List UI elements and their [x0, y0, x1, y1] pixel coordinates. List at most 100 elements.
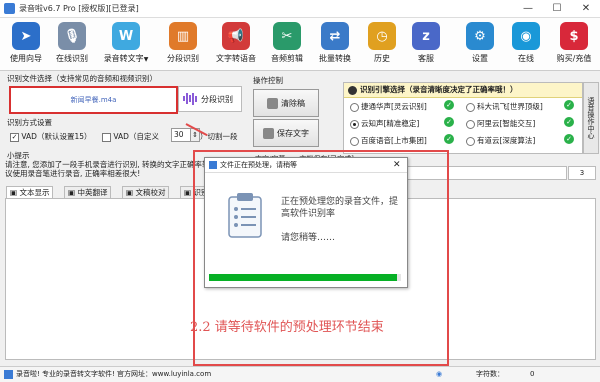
- maximize-button[interactable]: ☐: [543, 0, 571, 17]
- segment-recognition-label: 分段识别: [201, 95, 233, 104]
- engine-radio[interactable]: [466, 136, 475, 146]
- segments-icon: ▥: [169, 22, 197, 50]
- segment-recognition-button[interactable]: 分段识别: [178, 86, 242, 112]
- dialog-title-bar: 文件正在预处理，请稍等: [205, 158, 407, 173]
- vad-default-option[interactable]: VAD（默认设置15）: [10, 131, 92, 142]
- toolbar-label: 历史: [374, 54, 390, 63]
- toolbar-item-batch[interactable]: ⇄ 批量转换: [312, 20, 358, 68]
- toolbar-label: 购买/充值: [556, 54, 592, 63]
- voice-center-tab[interactable]: 语音操作中心: [583, 82, 599, 154]
- footer-text: 录音啦! 专业的录音转文字软件! 官方网址：www.luyinla.com: [16, 370, 212, 378]
- status-bar: 录音啦! 专业的录音转文字软件! 官方网址：www.luyinla.com 字符…: [0, 366, 600, 382]
- clipboard-icon: [227, 192, 263, 238]
- engine-label: 云知声[精准稳定]: [361, 119, 420, 128]
- tray-icon: ◉: [436, 370, 443, 378]
- toolbar-item-online-recognition[interactable]: 🎙 在线识别: [50, 20, 94, 68]
- check-icon: ✓: [444, 117, 454, 127]
- clear-icon: [267, 97, 278, 109]
- dialog-progress-bar: [209, 274, 401, 281]
- toolbar-label: 客服: [418, 54, 434, 63]
- engine-option[interactable]: 云知声[精准稳定]: [350, 118, 419, 129]
- minimize-button[interactable]: —: [514, 0, 542, 17]
- tab-label: 文稿校对: [135, 188, 166, 197]
- file-name: 新闻早餐.m4a: [70, 96, 117, 104]
- preprocess-dialog: 文件正在预处理，请稍等 ✕ 正在预处理您的录音文件，提高软件识别率 请您稍等……: [204, 157, 408, 288]
- dialog-app-icon: [209, 161, 217, 169]
- clear-button-label: 清除稿: [281, 98, 305, 108]
- vad-custom-option[interactable]: VAD（自定义: [102, 131, 159, 142]
- dropdown-arrow-icon[interactable]: ▼: [144, 56, 149, 63]
- engine-option[interactable]: 有道云[深度算法]: [466, 135, 535, 146]
- app-icon: [4, 3, 15, 14]
- toolbar-item-history[interactable]: ◷ 历史: [362, 20, 402, 68]
- vad-default-checkbox[interactable]: [10, 132, 19, 142]
- char-count-label: 字符数：: [476, 370, 504, 378]
- engine-option[interactable]: 百度语音[上市集团]: [350, 135, 427, 146]
- vad-default-label: VAD（默认设置15）: [21, 132, 92, 141]
- check-icon: ✓: [564, 100, 574, 110]
- toolbar-item-guide[interactable]: ➤ 使用向导: [4, 20, 48, 68]
- vad-custom-checkbox[interactable]: [102, 132, 111, 142]
- progress-fill: [209, 274, 398, 281]
- history-icon: ◷: [368, 22, 396, 50]
- online-icon: ◉: [512, 22, 540, 50]
- engine-radio[interactable]: [350, 119, 359, 129]
- engine-panel: 识别引擎选择（录音清晰度决定了正确率哦！） 捷通华声[灵云识别] ✓ 科大讯飞[…: [343, 82, 583, 154]
- toolbar-item-tts[interactable]: 📢 文字转语音: [210, 20, 262, 68]
- toolbar-label: 音频剪辑: [271, 54, 303, 63]
- char-count-value: 0: [530, 370, 535, 378]
- status-value: 3: [568, 166, 596, 180]
- toolbar-item-settings[interactable]: ⚙ 设置: [460, 20, 500, 68]
- dialog-close-button[interactable]: ✕: [393, 159, 401, 171]
- close-button[interactable]: ✕: [572, 0, 600, 17]
- engine-radio[interactable]: [350, 102, 359, 112]
- toolbar-item-audio-to-text[interactable]: W 录音转文字▼: [96, 20, 156, 68]
- toolbar-item-audio-edit[interactable]: ✂ 音频剪辑: [264, 20, 310, 68]
- check-icon: ✓: [564, 134, 574, 144]
- w-logo-icon: W: [112, 22, 140, 50]
- save-text-label: 保存文字: [277, 128, 309, 138]
- engine-radio[interactable]: [466, 119, 475, 129]
- window-title: 录音啦v6.7 Pro [授权版][已登录]: [19, 4, 139, 13]
- engine-label: 阿里云[智能交互]: [477, 119, 536, 128]
- engine-option[interactable]: 阿里云[智能交互]: [466, 118, 535, 129]
- save-text-button[interactable]: 保存文字: [253, 119, 319, 147]
- check-icon: ✓: [444, 134, 454, 144]
- gear-icon: ⚙: [466, 22, 494, 50]
- toolbar-label: 使用向导: [10, 54, 42, 63]
- toolbar-item-segment[interactable]: ▥ 分段识别: [160, 20, 206, 68]
- tab-label: 中英翻译: [77, 188, 108, 197]
- title-bar: 录音啦v6.7 Pro [授权版][已登录] — ☐ ✕: [0, 0, 600, 18]
- engine-radio[interactable]: [350, 136, 359, 146]
- microphone-icon: 🎙: [58, 22, 86, 50]
- cart-icon: $: [560, 22, 588, 50]
- toolbar: ➤ 使用向导 🎙 在线识别 W 录音转文字▼ ▥ 分段识别 📢 文字转语音 ✂ …: [0, 18, 600, 71]
- engine-label: 捷通华声[灵云识别]: [361, 102, 427, 111]
- toolbar-item-online[interactable]: ◉ 在线: [506, 20, 546, 68]
- engine-label: 百度语音[上市集团]: [361, 136, 427, 145]
- engine-header: 识别引擎选择（录音清晰度决定了正确率哦！）: [344, 83, 582, 98]
- toolbar-item-support[interactable]: z 客服: [406, 20, 446, 68]
- engine-header-icon: [348, 85, 357, 95]
- engine-label: 有道云[深度算法]: [477, 136, 536, 145]
- engine-option[interactable]: 捷通华声[灵云识别]: [350, 101, 427, 112]
- file-drop-box[interactable]: 新闻早餐.m4a: [9, 86, 178, 114]
- waveform-icon: [183, 92, 197, 105]
- file-select-title: 识别文件选择（支持常见的音频和视频识别）: [7, 74, 157, 83]
- toolbar-item-purchase[interactable]: $ 购买/充值: [550, 20, 598, 68]
- toolbar-label: 分段识别: [167, 54, 199, 63]
- clear-button[interactable]: 清除稿: [253, 89, 319, 117]
- toolbar-label: 文字转语音: [216, 54, 256, 63]
- engine-radio[interactable]: [466, 102, 475, 112]
- save-icon: [263, 127, 274, 139]
- toolbar-label: 批量转换: [319, 54, 351, 63]
- megaphone-icon: 📢: [222, 22, 250, 50]
- dialog-title: 文件正在预处理，请稍等: [220, 161, 297, 169]
- tab-label: 文本显示: [19, 188, 50, 197]
- engine-option[interactable]: 科大讯飞[世界顶级]: [466, 101, 543, 112]
- rocket-icon: ➤: [12, 22, 40, 50]
- engine-title: 识别引擎选择（录音清晰度决定了正确率哦！）: [360, 85, 518, 94]
- check-icon: ✓: [564, 117, 574, 127]
- app-icon: [4, 369, 13, 379]
- operation-title: 操作控制: [253, 76, 283, 85]
